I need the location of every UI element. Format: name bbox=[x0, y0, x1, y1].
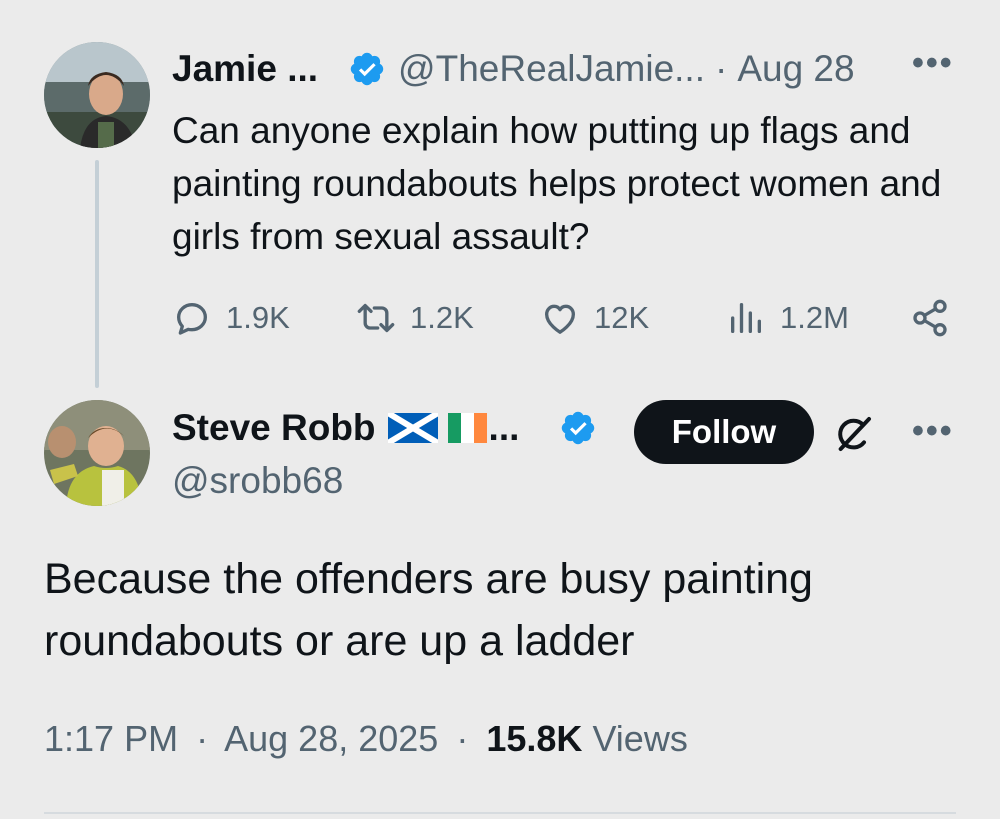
parent-tweet-header: Jamie ... @TheRealJamie... · Aug 28 bbox=[172, 46, 855, 92]
tweet-time[interactable]: 1:17 PM bbox=[44, 718, 178, 759]
reply-icon bbox=[177, 303, 207, 335]
name-truncation: ... bbox=[488, 407, 520, 448]
avatar-jamie-image bbox=[44, 42, 150, 148]
verified-badge-icon[interactable] bbox=[348, 50, 386, 88]
share-icon bbox=[913, 299, 947, 337]
views-count: 1.2M bbox=[780, 300, 849, 335]
scotland-flag-icon bbox=[387, 413, 438, 443]
like-button[interactable]: 12K bbox=[540, 292, 649, 344]
tweet-action-bar: 1.9K 1.2K 12K 1.2M bbox=[172, 292, 962, 344]
separator-dot: · bbox=[456, 718, 469, 759]
avatar-jamie[interactable] bbox=[44, 42, 150, 148]
views-label: Views bbox=[592, 718, 688, 759]
avatar-steve[interactable] bbox=[44, 400, 150, 506]
more-options-icon[interactable]: ••• bbox=[912, 412, 954, 451]
ireland-flag-icon bbox=[447, 413, 487, 443]
tweet-full-date[interactable]: Aug 28, 2025 bbox=[224, 718, 438, 759]
divider bbox=[44, 812, 956, 814]
views-bar-chart-icon bbox=[731, 303, 761, 333]
reply-author-handle[interactable]: @srobb68 bbox=[172, 460, 343, 502]
heart-icon bbox=[545, 304, 575, 334]
follow-button[interactable]: Follow bbox=[634, 400, 814, 464]
separator-dot: · bbox=[196, 718, 209, 759]
parent-tweet-text: Can anyone explain how putting up flags … bbox=[172, 110, 942, 257]
reply-author-name[interactable]: Steve Robb bbox=[172, 407, 376, 449]
tweet-metadata: 1:17 PM · Aug 28, 2025 · 15.8K Views bbox=[44, 718, 688, 760]
more-options-icon[interactable]: ••• bbox=[912, 44, 954, 83]
grok-icon[interactable] bbox=[834, 414, 874, 454]
share-button[interactable] bbox=[910, 292, 950, 344]
author-handle[interactable]: @TheRealJamie... bbox=[398, 48, 705, 90]
reply-button[interactable]: 1.9K bbox=[172, 292, 290, 344]
reply-views-count[interactable]: 15.8K bbox=[486, 718, 582, 759]
like-count: 12K bbox=[594, 300, 650, 335]
retweet-count: 1.2K bbox=[410, 300, 474, 335]
retweet-icon bbox=[357, 303, 395, 333]
reply-count: 1.9K bbox=[226, 300, 290, 335]
verified-badge-icon[interactable] bbox=[559, 409, 597, 447]
tweet-thread: Jamie ... @TheRealJamie... · Aug 28 ••• … bbox=[0, 0, 1000, 819]
separator-dot: · bbox=[714, 48, 728, 89]
reply-tweet-header: Steve Robb ... bbox=[172, 404, 597, 452]
thread-connector-line bbox=[95, 160, 99, 388]
retweet-button[interactable]: 1.2K bbox=[356, 292, 474, 344]
views-button[interactable]: 1.2M bbox=[726, 292, 849, 344]
tweet-date[interactable]: Aug 28 bbox=[737, 48, 854, 90]
author-name[interactable]: Jamie ... bbox=[172, 48, 318, 90]
reply-tweet-text: Because the offenders are busy painting … bbox=[44, 555, 813, 665]
avatar-steve-image bbox=[44, 400, 150, 506]
